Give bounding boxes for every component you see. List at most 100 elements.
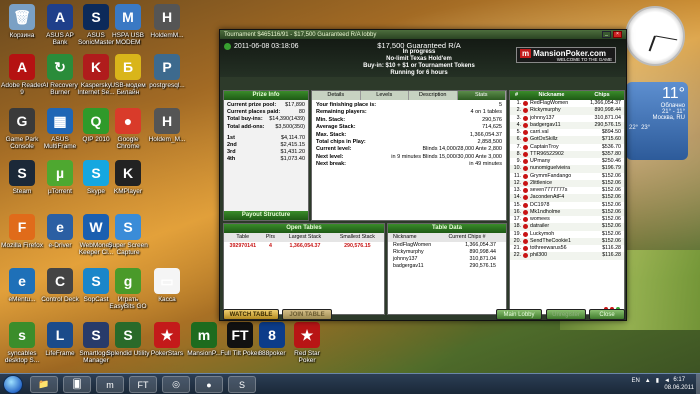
prize-label: 2nd	[227, 142, 237, 149]
date-text: 2011-06-08 03:18:06	[234, 43, 299, 50]
desktop-icon-label: USB-модем Билайн	[110, 82, 146, 96]
prize-info-panel: Prize Info Current prize pool: $17,890 Cur…	[223, 90, 309, 221]
desktop-icon-kmplayer[interactable]: K KMPlayer	[106, 160, 150, 195]
network-icon[interactable]: ▮	[656, 377, 659, 384]
window-controls: _ ×	[602, 31, 622, 38]
col-current-chips[interactable]: Current Chips #	[438, 233, 506, 242]
main-lobby-button[interactable]: Main Lobby	[496, 309, 542, 320]
watch-table-button[interactable]: WATCH TABLE	[223, 309, 279, 320]
desktop-icon-super-screen-capture[interactable]: S Super Screen Capture	[106, 214, 150, 256]
taskbar-app-explorer[interactable]: 📁	[30, 376, 58, 393]
player-row[interactable]: 15. DC1978 $152.06	[510, 202, 624, 209]
player-row[interactable]: 16. Mk1ndholme $152.06	[510, 208, 624, 216]
col-smallest-stack[interactable]: Smallest Stack	[331, 233, 384, 242]
start-button[interactable]	[3, 375, 23, 394]
player-row[interactable]: 9. UPmany $250.46	[510, 158, 624, 165]
table-data-row[interactable]: RedFlagWomen 1,366,054.37	[388, 242, 506, 249]
prize-value: 80	[298, 109, 305, 116]
table-row[interactable]: 392970141 4 1,366,054.37 290,576.15	[224, 242, 384, 250]
desktop-icon-red-star-poker[interactable]: ★ Red Star Poker	[285, 322, 329, 364]
stat-label: Average Stack:	[316, 124, 356, 131]
desktop-icon-holdemm[interactable]: H HoldemM...	[145, 4, 189, 39]
col-nickname[interactable]: Nickname	[523, 91, 580, 100]
show-desktop-button[interactable]	[696, 374, 700, 394]
app-icon: C	[47, 268, 73, 294]
prize-row: Total add-ons: $3,500(350)	[227, 124, 305, 131]
taskbar-date: 08.06.2011	[664, 385, 694, 391]
desktop-icon-splendid-utility[interactable]: S Splendid Utility	[106, 322, 150, 357]
taskbar-app-poker-client[interactable]: 🂠	[63, 376, 91, 393]
payout-structure-button[interactable]: Payout Structure	[224, 211, 308, 220]
player-row[interactable]: 5. carri.val $894.50	[510, 129, 624, 136]
desktop-icon-касса[interactable]: ▭ Касса	[145, 268, 189, 303]
table-data-row[interactable]: badgergav11 290,576.15	[388, 263, 506, 270]
players-panel: # Nickname Chips 1. RedFlagWomen 1,366,054…	[509, 90, 625, 315]
clock-gadget[interactable]	[625, 6, 685, 66]
player-row[interactable]: 3. johnny137 310,871.04	[510, 115, 624, 122]
col-largest-stack[interactable]: Largest Stack	[279, 233, 330, 242]
player-row[interactable]: 2. Rickymurphy 890,998.44	[510, 107, 624, 115]
player-row[interactable]: 18. datrailer $152.06	[510, 223, 624, 231]
close-window-button[interactable]: ×	[613, 31, 622, 38]
desktop-icon-usb-модем-билайн[interactable]: Б USB-модем Билайн	[106, 54, 150, 96]
taskbar: 📁 🂠 m FT ◎ ● S EN ▲ ▮ ◄ 6:17 08.06.2011	[0, 373, 700, 394]
player-status-icon	[523, 217, 528, 222]
stat-label: Current level:	[316, 146, 352, 153]
player-row[interactable]: 6. GotOxSkillz $715.60	[510, 136, 624, 144]
join-table-button[interactable]: JOIN TABLE	[282, 309, 332, 320]
taskbar-app-skype[interactable]: S	[228, 376, 256, 393]
taskbar-app-mansionpoker[interactable]: m	[96, 376, 124, 393]
tab-levels[interactable]: Levels	[361, 91, 409, 100]
table-data-row[interactable]: Rickymurphy 890,998.44	[388, 249, 506, 256]
player-row[interactable]: 12. 2littlenice $152.06	[510, 179, 624, 187]
player-row[interactable]: 7. CaptainTroy $536.70	[510, 144, 624, 151]
player-row[interactable]: 14. JacondenAtF4 $152.06	[510, 194, 624, 202]
col-table[interactable]: Table	[224, 233, 262, 242]
player-status-icon	[523, 144, 528, 150]
table-data-row[interactable]: johnny137 310,871.04	[388, 256, 506, 263]
player-rank: 21.	[513, 245, 521, 251]
window-titlebar[interactable]: Tournament $465116/91 - $17,500 Guarante…	[220, 30, 626, 39]
player-row[interactable]: 8. TTR96522902 $357.80	[510, 150, 624, 158]
player-row[interactable]: 10. nunomiguelvieira $196.79	[510, 165, 624, 173]
col-plrs[interactable]: Plrs	[262, 233, 280, 242]
tab-details[interactable]: Details	[312, 91, 361, 100]
player-row[interactable]: 13. seven7777777s $152.06	[510, 187, 624, 194]
col-nickname[interactable]: Nickname	[388, 233, 438, 242]
app-icon: G	[9, 108, 35, 134]
app-icon: M	[115, 4, 141, 30]
col-rank[interactable]: #	[510, 91, 523, 100]
refresh-icon[interactable]	[224, 43, 231, 50]
desktop-icon-google-chrome[interactable]: ● Google Chrome	[106, 108, 150, 150]
player-row[interactable]: 4. badgergav11 290,576.15	[510, 121, 624, 129]
desktop-icon-holdem-m[interactable]: H Holdem_M...	[145, 108, 189, 143]
taskbar-app-chrome[interactable]: ●	[195, 376, 223, 393]
close-button[interactable]: Close	[589, 309, 625, 320]
player-row[interactable]: 19. Luckymoh $152.06	[510, 231, 624, 238]
player-row[interactable]: 11. GrymmFandango $152.06	[510, 173, 624, 180]
desktop-icon-postgresql[interactable]: Ppostgresql...	[145, 54, 189, 89]
player-rank: 14.	[513, 194, 521, 201]
tab-description[interactable]: Description	[409, 91, 458, 100]
taskbar-app-fulltilt[interactable]: FT	[129, 376, 157, 393]
tray-arrow-icon[interactable]: ▲	[645, 378, 651, 384]
player-row[interactable]: 20. SendTheCookie1 $152.06	[510, 237, 624, 245]
desktop-icon-hspa-usb-modem[interactable]: M HSPA USB MODEM	[106, 4, 150, 46]
player-row[interactable]: 1. RedFlagWomen 1,366,054.37	[510, 100, 624, 107]
stat-row: Max. Stack: 1,366,054.37	[316, 132, 502, 139]
player-row[interactable]: 22. phil300 $116.28	[510, 252, 624, 260]
weather-gadget[interactable]: 11° Облачно 21° - 11° Москва, RU 22° 23°	[626, 82, 688, 160]
player-row[interactable]: 17. womees $152.06	[510, 216, 624, 223]
unregister-button[interactable]: Unregister	[546, 309, 586, 320]
taskbar-clock[interactable]: 6:17 08.06.2011	[664, 376, 694, 392]
taskbar-app-media[interactable]: ◎	[162, 376, 190, 393]
prize-label: Current prize pool:	[227, 102, 277, 108]
language-indicator[interactable]: EN	[631, 378, 639, 384]
player-row[interactable]: 21. tothreewarus56 $116.28	[510, 245, 624, 252]
minimize-button[interactable]: _	[602, 31, 611, 38]
prize-value: $4,114.70	[280, 134, 305, 141]
col-chips[interactable]: Chips	[580, 91, 624, 100]
tab-stats[interactable]: Stats	[457, 91, 506, 100]
desktop-icon-играть-easybits-go[interactable]: g Играть EasyBits GO	[106, 268, 150, 310]
app-icon: s	[9, 322, 35, 348]
